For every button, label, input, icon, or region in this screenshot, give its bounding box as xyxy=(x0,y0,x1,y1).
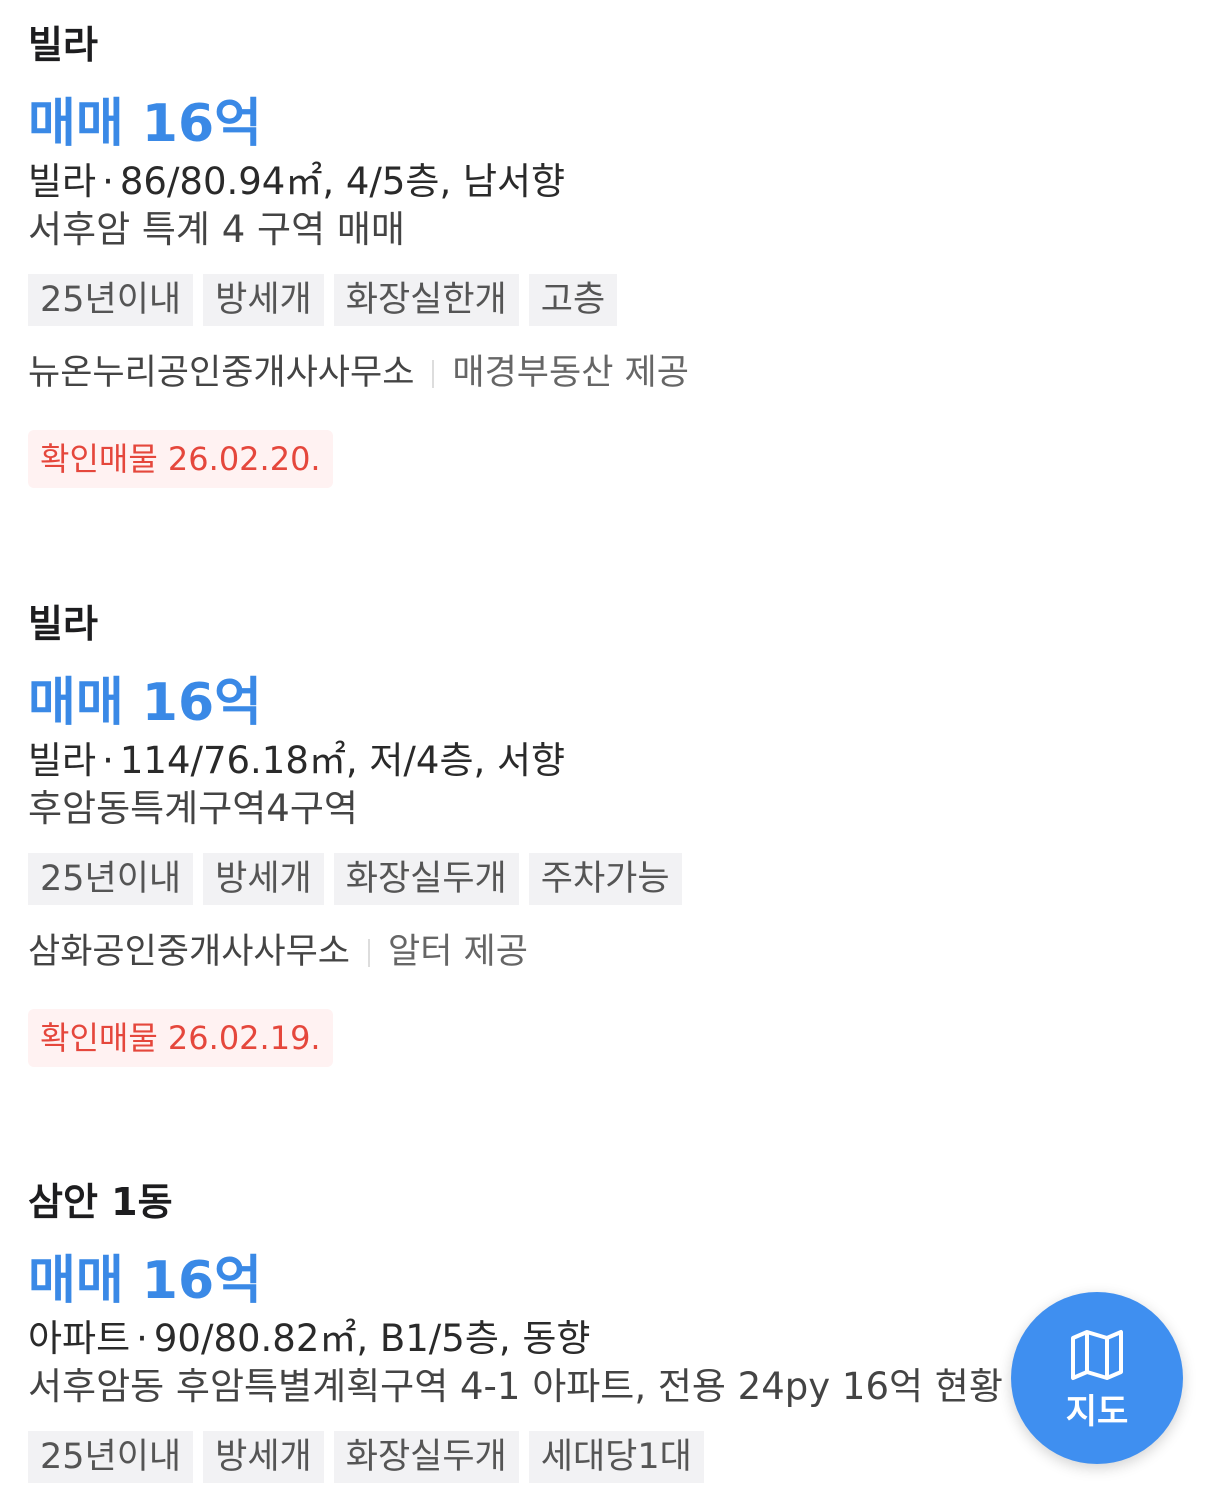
agent-line: 뉴온누리공인중개사사무소 매경부동산 제공 xyxy=(28,348,1178,398)
listing-price: 매매 16억 xyxy=(28,673,262,733)
agent-line: 삼화공인중개사사무소 알터 제공 xyxy=(28,927,1178,977)
listing-title: 빌라 xyxy=(28,23,98,67)
feature-tag: 주차가능 xyxy=(528,853,682,905)
bullet-separator: · xyxy=(102,739,114,782)
agent-name: 삼화공인중개사사무소 xyxy=(28,932,351,972)
listing-card[interactable]: 빌라 매매 16억 빌라 · 86/80.94㎡, 4/5층, 남서향 서후암 특계… xyxy=(28,20,1178,488)
data-provider: 매경부동산 제공 xyxy=(452,353,689,393)
map-button[interactable]: 지도 xyxy=(1011,1292,1183,1464)
feature-tag: 화장실한개 xyxy=(333,274,519,326)
feature-tag: 방세개 xyxy=(203,274,324,326)
listing-description: 서후암 특계 4 구역 매매 xyxy=(28,208,405,251)
listing-card[interactable]: 삼안 1동 매매 16억 아파트 · 90/80.82㎡, B1/5층, 동향 서후… xyxy=(28,1177,1178,1483)
listing-price: 매매 16억 xyxy=(28,1251,262,1311)
divider xyxy=(432,360,435,388)
feature-tag: 방세개 xyxy=(203,853,324,905)
feature-tag: 화장실두개 xyxy=(333,1431,519,1483)
feature-tags: 25년이내 방세개 화장실두개 세대당1대 xyxy=(28,1431,1178,1483)
feature-tag: 25년이내 xyxy=(28,1431,194,1483)
listing-description: 후암동특계구역4구역 xyxy=(28,787,358,830)
agent-name: 뉴온누리공인중개사사무소 xyxy=(28,353,415,393)
listing-spec: 빌라 · 86/80.94㎡, 4/5층, 남서향 xyxy=(28,158,1178,206)
listing-title: 삼안 1동 xyxy=(28,1180,173,1224)
feature-tag: 화장실두개 xyxy=(333,853,519,905)
feature-tag: 세대당1대 xyxy=(528,1431,704,1483)
property-type: 아파트 xyxy=(28,1317,131,1360)
property-detail: 86/80.94㎡, 4/5층, 남서향 xyxy=(119,160,566,203)
property-detail: 90/80.82㎡, B1/5층, 동향 xyxy=(153,1317,591,1360)
feature-tags: 25년이내 방세개 화장실두개 주차가능 xyxy=(28,853,1178,905)
property-type: 빌라 xyxy=(28,739,97,782)
listing-feed: 빌라 매매 16억 빌라 · 86/80.94㎡, 4/5층, 남서향 서후암 특계… xyxy=(0,0,1206,1505)
listing-price: 매매 16억 xyxy=(28,94,262,154)
listing-spec: 빌라 · 114/76.18㎡, 저/4층, 서향 xyxy=(28,737,1178,785)
map-icon xyxy=(1071,1330,1123,1380)
feature-tag: 25년이내 xyxy=(28,853,194,905)
data-provider: 알터 제공 xyxy=(388,932,528,972)
feature-tag: 25년이내 xyxy=(28,274,194,326)
feature-tag: 방세개 xyxy=(203,1431,324,1483)
map-button-label: 지도 xyxy=(1065,1392,1129,1432)
bullet-separator: · xyxy=(136,1317,148,1360)
bullet-separator: · xyxy=(102,160,114,203)
feature-tag: 고층 xyxy=(528,274,618,326)
listing-description: 서후암동 후암특별계획구역 4-1 아파트, 전용 24py 16억 현황 xyxy=(28,1365,1003,1408)
verified-badge: 확인매물 26.02.20. xyxy=(28,430,333,488)
verified-badge: 확인매물 26.02.19. xyxy=(28,1009,333,1067)
divider xyxy=(368,939,371,967)
listing-spec: 아파트 · 90/80.82㎡, B1/5층, 동향 xyxy=(28,1315,1178,1363)
property-type: 빌라 xyxy=(28,160,97,203)
listing-title: 빌라 xyxy=(28,602,98,646)
feature-tags: 25년이내 방세개 화장실한개 고층 xyxy=(28,274,1178,326)
listing-card[interactable]: 빌라 매매 16억 빌라 · 114/76.18㎡, 저/4층, 서향 후암동특계구… xyxy=(28,599,1178,1067)
property-detail: 114/76.18㎡, 저/4층, 서향 xyxy=(119,739,566,782)
